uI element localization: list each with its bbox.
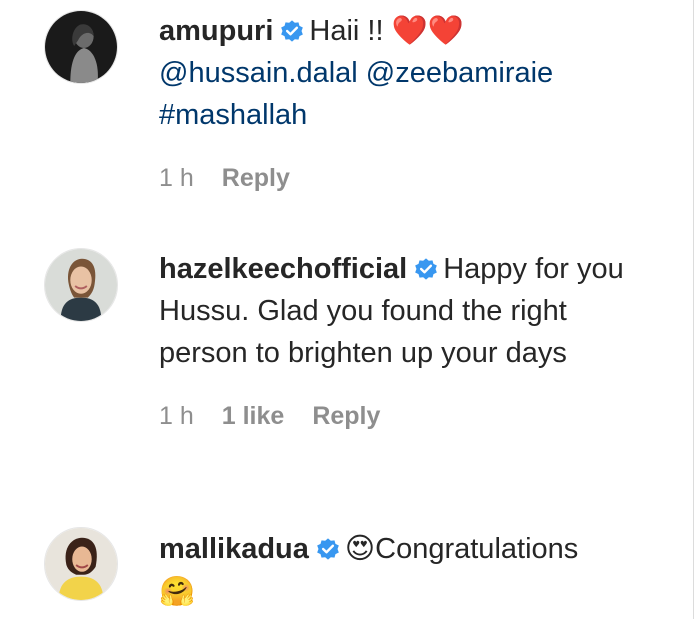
verified-badge-icon — [315, 536, 341, 562]
comment-username[interactable]: amupuri — [159, 15, 273, 47]
hugging-face-emoji-icon: 🤗 — [159, 574, 196, 608]
reply-button[interactable]: Reply — [312, 402, 380, 431]
avatar[interactable] — [44, 527, 118, 601]
comment-text: hazelkeechofficial Happy for you Hussu. G… — [159, 248, 659, 374]
comment-username[interactable]: hazelkeechofficial — [159, 253, 407, 285]
verified-badge-icon — [413, 256, 439, 282]
likes-count[interactable]: 1 like — [222, 402, 285, 431]
comment-message: Congratulations — [375, 533, 579, 565]
comment-time: 1 h — [159, 164, 194, 192]
comment-message: Haii !! ❤️❤️ — [309, 15, 464, 47]
heart-eyes-emoji-icon: 😍 — [344, 531, 376, 565]
comment-text: amupuri Haii !! ❤️❤️ @hussain.dalal @zeeb… — [159, 10, 659, 136]
avatar[interactable] — [44, 248, 118, 322]
comment-username[interactable]: mallikadua — [159, 533, 309, 565]
scroll-edge-divider — [693, 0, 694, 619]
comment-time: 1 h — [159, 402, 194, 430]
comment-text: mallikadua 😍Congratulations 🤗 — [159, 527, 659, 613]
avatar[interactable] — [44, 10, 118, 84]
comment-meta: 1 h 1 like Reply — [159, 402, 659, 431]
reply-button[interactable]: Reply — [222, 164, 290, 193]
comment-hashtag[interactable]: #mashallah — [159, 99, 307, 131]
comment-meta: 1 h Reply — [159, 164, 659, 193]
comment-mentions[interactable]: @hussain.dalal @zeebamiraie — [159, 57, 553, 89]
verified-badge-icon — [279, 18, 305, 44]
